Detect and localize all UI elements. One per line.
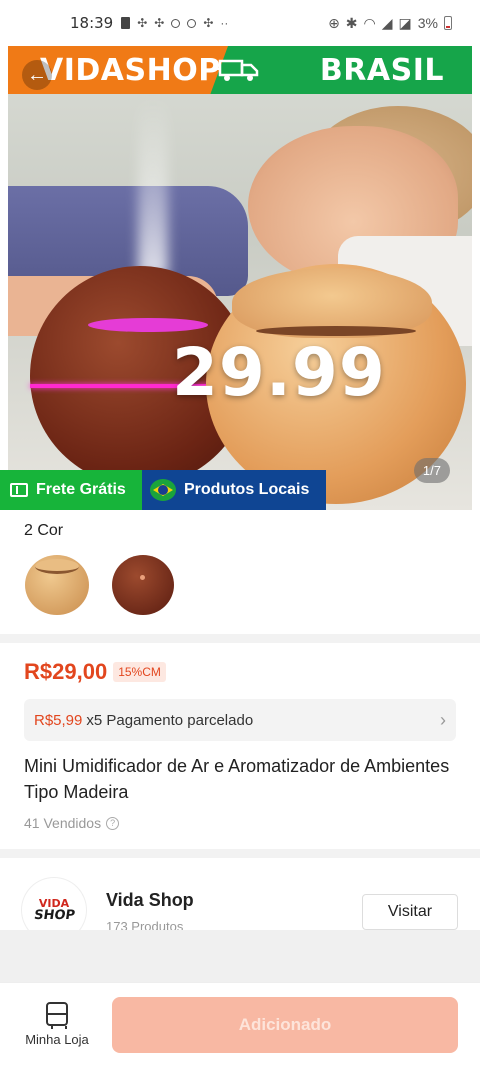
price-section: R$29,00 15%CM R$5,99 x5 Pagamento parcel… xyxy=(0,643,480,849)
app-notification-icon xyxy=(171,18,181,28)
app-notification-icon xyxy=(187,18,197,28)
dark-wood-thumbnail xyxy=(112,555,174,615)
image-price-overlay: 29.99 xyxy=(172,334,386,411)
free-shipping-label: Frete Grátis xyxy=(36,481,126,498)
local-products-label: Produtos Locais xyxy=(184,481,310,498)
back-button[interactable]: ← xyxy=(22,60,52,90)
variant-swatch-dark-wood[interactable] xyxy=(110,552,176,618)
truck-icon xyxy=(213,59,259,81)
app-notification-icon: ✣ xyxy=(154,16,165,30)
app-notification-icon: ✣ xyxy=(137,16,148,30)
discount-badge: 15%CM xyxy=(113,662,166,682)
notification-icons: ✣ ✣ ✣ ·· xyxy=(121,16,228,30)
brazil-flag-icon xyxy=(150,479,176,501)
battery-icon xyxy=(444,16,452,30)
shop-name[interactable]: Vida Shop xyxy=(106,890,194,911)
visit-shop-button[interactable]: Visitar xyxy=(362,894,458,930)
product-badges: Frete Grátis Produtos Locais xyxy=(0,470,326,510)
shop-logo[interactable]: VIDA SHOP xyxy=(22,878,86,930)
banner-right: BRASIL xyxy=(210,46,472,94)
installment-text: x5 Pagamento parcelado xyxy=(86,711,254,729)
section-divider xyxy=(0,849,480,858)
shop-product-count: 173 Produtos xyxy=(106,919,184,930)
local-products-badge: Produtos Locais xyxy=(142,470,326,510)
sim-icon xyxy=(121,17,131,29)
sold-count: 41 Vendidos ? xyxy=(24,815,456,831)
banner-country-text: BRASIL xyxy=(319,52,444,88)
ticket-icon xyxy=(10,483,28,497)
help-icon[interactable]: ? xyxy=(106,816,120,830)
bluetooth-icon: ✱ xyxy=(345,14,358,31)
signal-icon: ◢ xyxy=(381,14,393,31)
my-store-label: Minha Loja xyxy=(25,1032,89,1047)
add-button[interactable]: Adicionado xyxy=(112,996,458,1053)
chevron-right-icon: › xyxy=(440,709,446,730)
system-icons: ⊕ ✱ ◠ ◢ ◪ 3% xyxy=(328,15,452,32)
banner-brand-text: VIDASHOP xyxy=(40,52,221,88)
variant-selector: 2 Cor xyxy=(0,512,480,634)
app-notification-icon: ✣ xyxy=(203,16,214,30)
section-divider xyxy=(0,634,480,643)
brand-banner: VIDASHOP BRASIL xyxy=(8,46,472,94)
product-price: R$29,00 xyxy=(24,659,108,684)
image-counter: 1/7 xyxy=(413,458,450,483)
product-title: Mini Umidificador de Ar e Aromatizador d… xyxy=(24,756,450,802)
battery-percent: 3% xyxy=(417,15,438,31)
installment-amount: R$5,99 xyxy=(34,711,83,729)
variant-swatch-light-wood[interactable] xyxy=(24,552,90,618)
status-bar: 18:39 ✣ ✣ ✣ ·· ⊕ ✱ ◠ ◢ ◪ 3% xyxy=(0,0,480,46)
shop-section: VIDA SHOP Vida Shop 173 Produtos Visitar xyxy=(0,858,480,930)
installment-row[interactable]: R$5,99 x5 Pagamento parcelado › xyxy=(24,699,456,741)
light-wood-thumbnail xyxy=(25,555,89,615)
product-image-carousel[interactable]: VIDASHOP BRASIL ← 29.99 1/7 xyxy=(8,46,472,510)
content-gap xyxy=(0,930,480,982)
free-shipping-badge: Frete Grátis xyxy=(0,470,142,510)
product-photo-mist xyxy=(138,96,168,276)
my-store-button[interactable]: Minha Loja xyxy=(22,1002,92,1047)
shop-logo-text: SHOP xyxy=(32,908,76,923)
wifi-icon: ◠ xyxy=(363,14,376,31)
variant-label: 2 Cor xyxy=(24,522,64,539)
arrow-left-icon: ← xyxy=(27,63,47,86)
sold-count-text: 41 Vendidos xyxy=(24,815,102,831)
store-icon xyxy=(46,1002,68,1029)
data-saver-icon: ⊕ xyxy=(328,14,340,31)
signal-icon: ◪ xyxy=(398,14,412,31)
status-time: 18:39 xyxy=(70,14,114,32)
more-notifications-icon: ·· xyxy=(220,16,229,30)
bottom-action-bar: Minha Loja Adicionado xyxy=(0,982,480,1066)
